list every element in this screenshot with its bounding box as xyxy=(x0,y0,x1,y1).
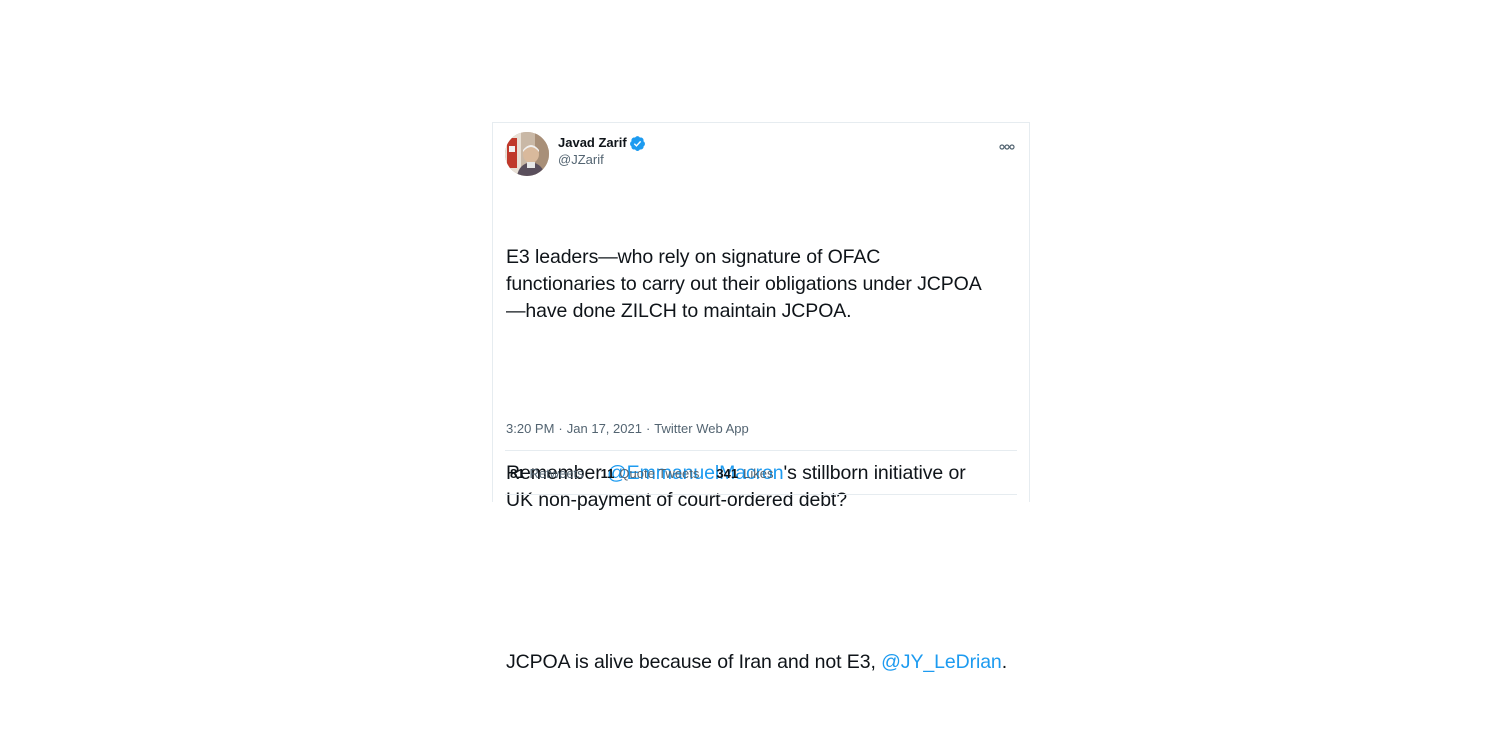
quote-tweets-count: 11 xyxy=(600,466,615,481)
tweet-line-1: E3 leaders—who rely on signature of OFAC xyxy=(506,246,881,268)
avatar[interactable] xyxy=(505,132,549,176)
tweet-card: Javad Zarif @JZarif E3 leaders—who rely … xyxy=(492,122,1030,673)
tweet-text: E3 leaders—who rely on signature of OFAC… xyxy=(506,190,1021,730)
author-handle[interactable]: @JZarif xyxy=(558,152,646,168)
tweet-source[interactable]: Twitter Web App xyxy=(654,420,748,438)
tweet-p3-suffix: . xyxy=(1001,651,1008,673)
tweet-p3-prefix: JCPOA is alive because of Iran and not E… xyxy=(506,651,882,673)
tweet-line-2: functionaries to carry out their obligat… xyxy=(506,273,982,295)
meta-separator-2: · xyxy=(645,421,651,436)
divider-top xyxy=(505,450,1017,451)
mention-jy-ledrian[interactable]: @JY_LeDrian xyxy=(881,651,1002,673)
name-row: Javad Zarif xyxy=(558,134,646,152)
likes-stat[interactable]: 341 Likes xyxy=(716,465,773,483)
quote-tweets-label: Quote Tweets xyxy=(619,466,700,481)
meta-separator: · xyxy=(558,421,563,436)
tweet-p2-line-2: UK non-payment of court-ordered debt? xyxy=(506,489,847,511)
avatar-photo xyxy=(505,132,549,176)
retweets-count: 81 xyxy=(510,466,525,481)
tweet-p2-suffix: 's stillborn initiative or xyxy=(783,462,966,484)
likes-label: Likes xyxy=(743,466,774,481)
verified-badge-icon xyxy=(629,135,646,152)
tweet-paragraph-1: E3 leaders—who rely on signature of OFAC… xyxy=(506,244,1021,325)
tweet-time[interactable]: 3:20 PM xyxy=(506,420,554,438)
author-info: Javad Zarif @JZarif xyxy=(558,134,646,168)
tweet-header: Javad Zarif @JZarif xyxy=(505,132,646,176)
likes-count: 341 xyxy=(716,466,739,481)
divider-bottom xyxy=(505,494,1017,495)
retweets-stat[interactable]: 81 Retweets xyxy=(510,465,584,483)
retweets-label: Retweets xyxy=(529,466,584,481)
tweet-meta: 3:20 PM · Jan 17, 2021 · Twitter Web App xyxy=(506,420,749,438)
tweet-stats: 81 Retweets 11 Quote Tweets 341 Likes xyxy=(510,465,790,483)
tweet-paragraph-3: JCPOA is alive because of Iran and not E… xyxy=(506,649,1021,676)
more-options-icon[interactable] xyxy=(999,139,1015,150)
tweet-line-3: —have done ZILCH to maintain JCPOA. xyxy=(506,300,852,322)
display-name[interactable]: Javad Zarif xyxy=(558,134,627,152)
tweet-date[interactable]: Jan 17, 2021 xyxy=(567,420,642,438)
quote-tweets-stat[interactable]: 11 Quote Tweets xyxy=(601,465,700,483)
